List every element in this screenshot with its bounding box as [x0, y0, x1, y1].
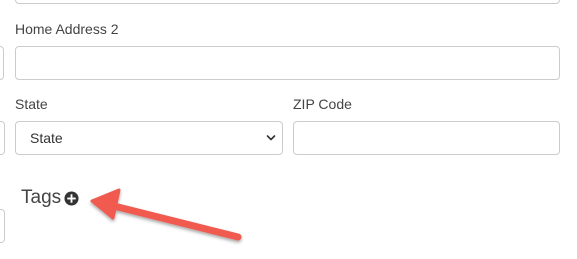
left-field-partial-1[interactable]: [0, 46, 4, 80]
state-label: State: [15, 96, 48, 112]
left-field-partial-3[interactable]: [0, 209, 5, 243]
chevron-down-icon: [266, 135, 276, 141]
zip-code-input[interactable]: [293, 121, 560, 155]
home-address-2-input[interactable]: [15, 46, 560, 80]
state-select[interactable]: State: [15, 121, 283, 155]
form-canvas: Home Address 2 State State ZIP Code Tags: [0, 0, 577, 259]
left-field-partial-2[interactable]: [0, 121, 5, 155]
zip-code-label: ZIP Code: [293, 96, 352, 112]
tags-title: Tags: [21, 187, 62, 208]
top-field-partial[interactable]: [15, 0, 560, 4]
home-address-2-label: Home Address 2: [15, 21, 119, 37]
state-select-value: State: [30, 130, 63, 146]
plus-circle-icon[interactable]: [64, 191, 79, 206]
